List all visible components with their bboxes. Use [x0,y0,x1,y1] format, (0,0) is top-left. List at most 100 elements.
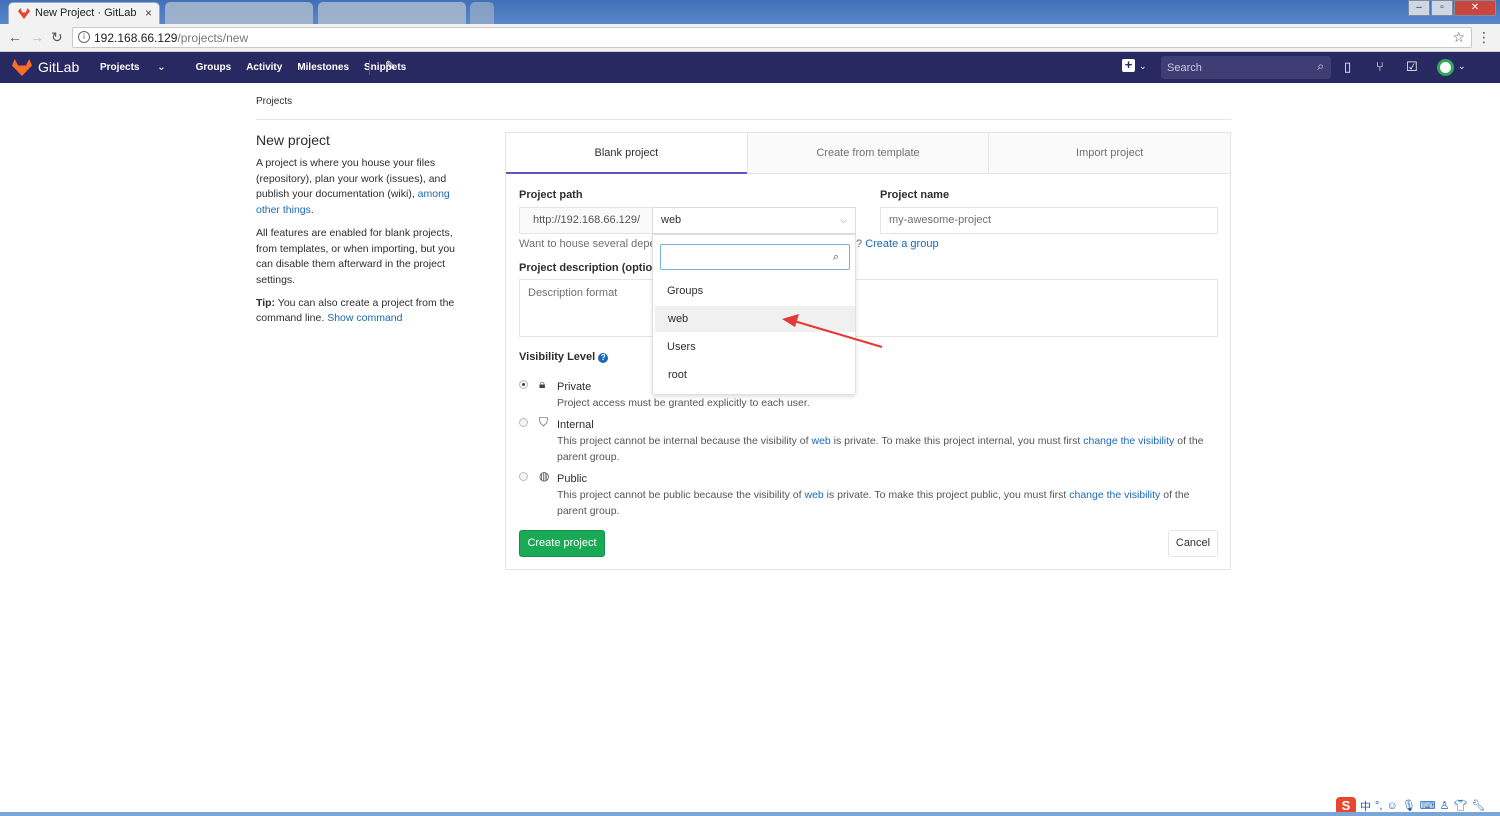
nav-groups[interactable]: Groups [196,62,232,73]
project-name-label: Project name [880,189,950,201]
skin-icon[interactable]: 👕︎ [1453,799,1467,812]
close-tab-icon[interactable]: × [145,6,152,20]
project-description-label: Project description (option [519,262,659,274]
reload-icon[interactable]: ↻ [51,29,63,46]
project-path-label: Project path [519,189,583,201]
project-info-sidebar: New project A project is where you house… [256,132,471,334]
address-bar[interactable]: i 192.168.66.129/projects/new ☆ [72,27,1472,48]
nav-activity[interactable]: Activity [246,62,282,73]
dropdown-search-input[interactable]: ⌕ [660,244,850,270]
breadcrumb-divider [256,119,1231,120]
minimize-icon[interactable]: – [1408,0,1430,16]
close-window-icon[interactable]: ✕ [1454,0,1496,16]
tab-create-from-template[interactable]: Create from template [746,133,989,174]
new-plus-icon[interactable]: + [1122,58,1135,72]
create-project-button[interactable]: Create project [519,530,605,557]
chevron-down-icon: ⌄ [157,62,166,73]
browser-menu-icon[interactable]: ⋮ [1477,29,1491,46]
visibility-level-label: Visibility Level? [519,351,609,363]
visibility-public-radio[interactable] [519,472,528,481]
back-icon[interactable]: ← [8,29,22,45]
new-tab-button[interactable] [470,2,494,24]
search-input[interactable] [1161,56,1301,79]
dropdown-users-header: Users [667,341,696,353]
create-group-hint: Want to house several depe [519,238,656,250]
show-command-link[interactable]: Show command [327,312,402,324]
lock-icon: 🔒︎ [539,377,546,391]
visibility-public-desc: This project cannot be public because th… [557,487,1222,519]
page-title: New project [256,132,330,148]
visibility-internal-radio[interactable] [519,418,528,427]
web-group-link[interactable]: web [811,435,830,447]
bookmark-star-icon[interactable]: ☆ [1452,29,1465,46]
search-icon[interactable]: ⌕ [1317,59,1324,74]
sidebar-para-2: All features are enabled for blank proje… [256,226,456,286]
visibility-internal-desc: This project cannot be internal because … [557,433,1222,465]
microphone-icon[interactable]: 🎙︎ [1402,799,1416,812]
search-box[interactable]: ⌕ [1161,56,1331,79]
browser-tab-title: New Project · GitLab [35,7,137,19]
visibility-public-title[interactable]: Public [557,473,587,485]
browser-tab-blurred[interactable] [165,2,313,24]
web-group-link[interactable]: web [804,489,823,501]
help-question-icon[interactable]: ? [598,353,609,363]
search-icon: ⌕ [832,251,839,263]
tab-import-project[interactable]: Import project [988,133,1231,174]
emoji-icon[interactable]: ☺ [1386,800,1397,812]
forward-icon[interactable]: → [30,29,44,45]
admin-wrench-icon[interactable]: ✎ [385,58,396,74]
dropdown-item-root[interactable]: root [655,362,855,388]
visibility-private-desc: Project access must be granted explicitl… [557,397,810,409]
namespace-value: web [661,214,682,226]
sidebar-tip: Tip: You can also create a project from … [256,296,471,327]
taskbar-edge [0,812,1500,816]
gitlab-favicon-icon [18,8,30,19]
todos-panel-icon[interactable]: ▯ [1344,59,1351,75]
internal-desc-2: is private. To make this project interna… [833,435,1081,447]
gitlab-brand[interactable]: GitLab [38,59,79,75]
change-visibility-link[interactable]: change the visibility [1083,435,1174,447]
chevron-down-icon[interactable]: ⌄ [1139,61,1147,72]
user-avatar[interactable] [1437,59,1454,76]
info-icon[interactable]: i [78,31,90,43]
nav-projects[interactable]: Projects ⌄ [100,62,181,73]
punctuation-icon[interactable]: °, [1375,800,1382,812]
window-controls: – ▫ ✕ [1408,0,1496,16]
create-group-link[interactable]: Create a group [865,238,938,250]
merge-request-icon[interactable]: ⑂ [1376,59,1384,74]
annotation-arrow-icon [782,314,883,348]
visibility-internal-title[interactable]: Internal [557,419,594,431]
tools-icon[interactable]: 🔧︎ [1471,799,1485,812]
tab-blank-project[interactable]: Blank project [506,133,747,174]
browser-tabstrip: New Project · GitLab × – ▫ ✕ [0,0,1500,24]
visibility-private-title[interactable]: Private [557,381,591,393]
change-visibility-link[interactable]: change the visibility [1069,489,1160,501]
nav-projects-label: Projects [100,62,140,73]
namespace-select[interactable]: web ⌵ [652,207,856,234]
issues-check-icon[interactable]: ☑ [1406,59,1418,75]
visibility-private-radio[interactable] [519,380,528,389]
gitlab-header: GitLab Projects ⌄ Groups Activity Milest… [0,52,1500,83]
project-name-input[interactable]: my-awesome-project [880,207,1218,234]
browser-tab-blurred[interactable] [318,2,466,24]
browser-tab-active[interactable]: New Project · GitLab × [8,2,160,24]
restore-icon[interactable]: ▫ [1431,0,1453,16]
globe-icon: ◍ [539,469,550,483]
public-desc-1: This project cannot be public because th… [557,489,802,501]
keyboard-icon[interactable]: ⌨ [1420,799,1436,812]
user-tray-icon[interactable]: ♙ [1440,799,1450,812]
breadcrumb[interactable]: Projects [256,96,292,107]
tip-label: Tip: [256,296,276,309]
chevron-down-icon: ⌵ [840,215,847,225]
project-path-prefix: http://192.168.66.129/ [519,207,653,234]
gitlab-nav: Projects ⌄ Groups Activity Milestones Sn… [100,62,421,73]
cancel-button[interactable]: Cancel [1168,530,1218,557]
url-host: 192.168.66.129 [94,31,178,45]
internal-desc-1: This project cannot be internal because … [557,435,809,447]
shield-icon: ⛉ [539,415,549,429]
nav-milestones[interactable]: Milestones [297,62,349,73]
url-path: /projects/new [177,31,249,45]
nav-divider [369,60,370,75]
gitlab-logo-icon[interactable] [12,59,32,76]
chevron-down-icon[interactable]: ⌄ [1458,61,1466,72]
